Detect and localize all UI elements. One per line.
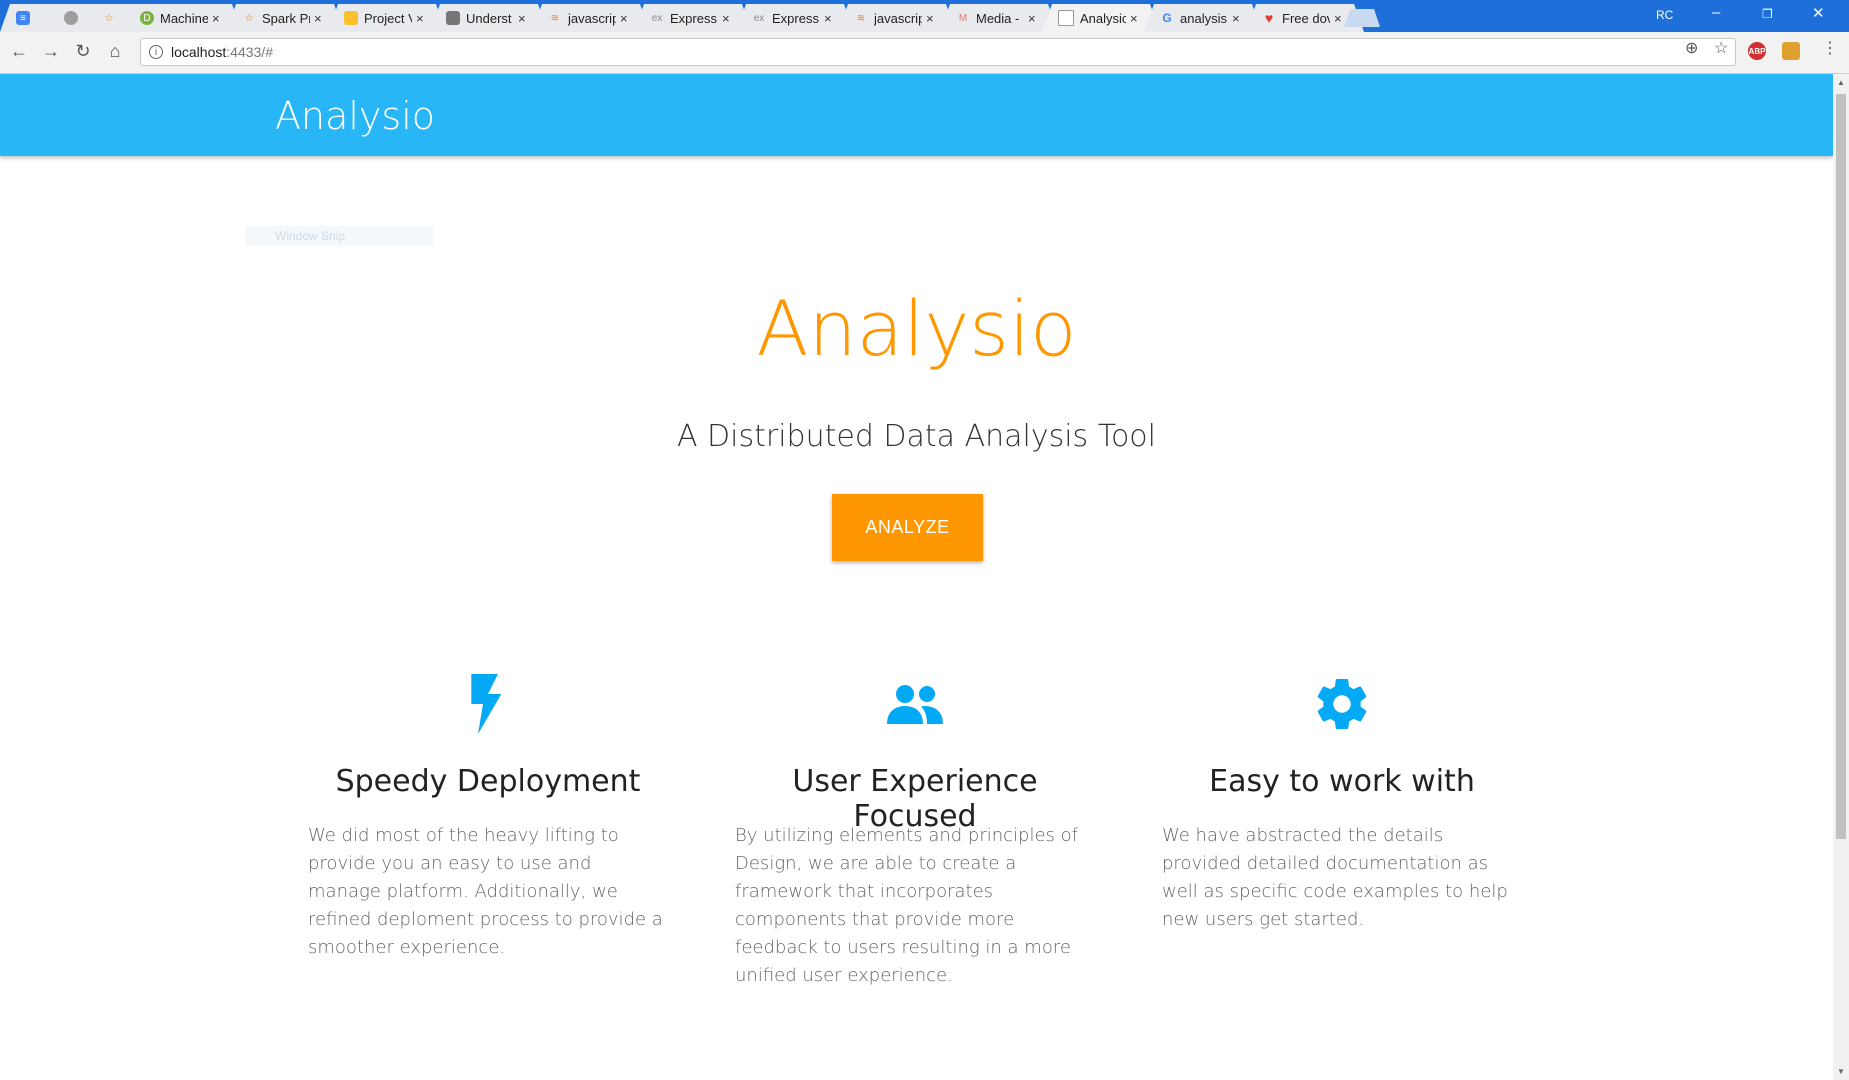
window-snip-overlay: Window Snip: [245, 226, 433, 246]
extension-icon[interactable]: [1782, 42, 1800, 60]
docs-icon: ≡: [16, 11, 30, 25]
d-icon: D: [140, 11, 154, 25]
tab-close-icon[interactable]: ×: [1130, 11, 1142, 26]
page-viewport: Analysio Window Snip Analysio A Distribu…: [0, 74, 1833, 1080]
browser-tab[interactable]: ≋ javascrip ×: [838, 4, 956, 32]
tab-close-icon[interactable]: ×: [416, 11, 428, 26]
forward-icon[interactable]: →: [40, 41, 62, 62]
scrollbar-thumb[interactable]: [1836, 94, 1846, 839]
stackoverflow-icon: ≋: [856, 12, 866, 24]
feature-text: We have abstracted the details provided …: [1162, 825, 1508, 930]
close-window-icon[interactable]: ✕: [1812, 4, 1825, 22]
browser-tab[interactable]: Project V ×: [328, 4, 446, 32]
browser-tab[interactable]: ☆ Spark Pr ×: [226, 4, 344, 32]
tab-close-icon[interactable]: ×: [824, 11, 836, 26]
feature-text: By utilizing elements and principles of …: [735, 825, 1079, 986]
hero-subtitle: A Distributed Data Analysis Tool: [677, 419, 1156, 454]
express-icon: ex: [753, 12, 765, 24]
group-icon: [887, 685, 943, 724]
medium-icon: M: [958, 12, 968, 24]
star-icon: ☆: [104, 12, 114, 24]
browser-tab[interactable]: D Machine ×: [124, 4, 242, 32]
browser-tab[interactable]: ♥ Free dov ×: [1246, 4, 1364, 32]
feature-text: We did most of the heavy lifting to prov…: [308, 825, 663, 958]
heart-icon: ♥: [1264, 10, 1274, 26]
browser-toolbar: ← → ↻ ⌂ i localhost:4433/# ⊕ ☆ ABP ⋮: [0, 32, 1849, 74]
express-icon: ex: [651, 12, 663, 24]
info-icon[interactable]: i: [149, 45, 163, 59]
url-host: localhost: [171, 44, 227, 60]
scroll-up-icon[interactable]: ▲: [1837, 78, 1845, 87]
browser-tab[interactable]: Underst ×: [430, 4, 548, 32]
tab-close-icon[interactable]: ×: [1334, 11, 1346, 26]
tab-close-icon[interactable]: ×: [1028, 11, 1040, 26]
back-icon[interactable]: ←: [8, 41, 30, 62]
user-icon: [446, 11, 460, 25]
spark-icon: ☆: [244, 12, 254, 24]
feature-card: User Experience Focused By utilizing ele…: [735, 674, 1095, 986]
home-icon[interactable]: ⌂: [104, 41, 126, 62]
tab-close-icon[interactable]: ×: [620, 11, 632, 26]
settings-icon: [1317, 679, 1367, 730]
feature-title: Speedy Deployment: [335, 764, 641, 799]
brand-logo[interactable]: Analysio: [275, 94, 435, 138]
stackoverflow-icon: ≋: [550, 12, 560, 24]
zoom-icon[interactable]: ⊕: [1685, 38, 1698, 58]
profile-badge[interactable]: RC: [1656, 8, 1673, 22]
edge-icon: [64, 11, 78, 25]
browser-tab[interactable]: Ganalysis ×: [1144, 4, 1262, 32]
address-bar[interactable]: i localhost:4433/#: [140, 38, 1736, 66]
tab-close-icon[interactable]: ×: [926, 11, 938, 26]
analyze-button[interactable]: ANALYZE: [832, 494, 983, 561]
browser-tab[interactable]: M Media - ×: [940, 4, 1058, 32]
slides-icon: [344, 11, 358, 25]
feature-card: Speedy Deployment We did most of the hea…: [308, 674, 668, 958]
tab-close-icon[interactable]: ×: [1232, 11, 1244, 26]
browser-tab[interactable]: exExpress -×: [736, 4, 854, 32]
feature-card: Easy to work with We have abstracted the…: [1162, 674, 1522, 930]
hero-title: Analysio: [756, 284, 1077, 373]
bookmark-star-icon[interactable]: ☆: [1714, 38, 1728, 58]
feature-title: Easy to work with: [1209, 764, 1475, 799]
tab-close-icon[interactable]: ×: [314, 11, 326, 26]
browser-tab[interactable]: ex Express ×: [634, 4, 752, 32]
page-scrollbar[interactable]: ▲ ▼: [1833, 74, 1849, 1080]
adblock-icon[interactable]: ABP: [1748, 42, 1766, 60]
google-icon: G: [1162, 11, 1172, 25]
new-tab-button[interactable]: [1344, 9, 1380, 27]
menu-icon[interactable]: ⋮: [1822, 38, 1838, 58]
scroll-down-icon[interactable]: ▼: [1837, 1067, 1845, 1076]
app-header: Analysio: [0, 74, 1833, 156]
tab-close-icon[interactable]: ×: [212, 11, 224, 26]
url-path: :4433/#: [226, 44, 273, 60]
tab-close-icon[interactable]: ×: [722, 11, 734, 26]
page-icon: [1058, 10, 1074, 26]
browser-tab-active[interactable]: Analysio ×: [1042, 4, 1160, 32]
reload-icon[interactable]: ↻: [72, 41, 94, 62]
browser-tab[interactable]: ≋ javascrip ×: [532, 4, 650, 32]
minimize-icon[interactable]: –: [1712, 4, 1720, 21]
browser-tab-strip: ≡ ☆ D Machine × ☆ Spark Pr × Project V × Unde…: [0, 0, 1849, 32]
tab-close-icon[interactable]: ×: [518, 11, 530, 26]
flash-icon: [471, 674, 502, 734]
restore-icon[interactable]: ❐: [1762, 7, 1773, 21]
